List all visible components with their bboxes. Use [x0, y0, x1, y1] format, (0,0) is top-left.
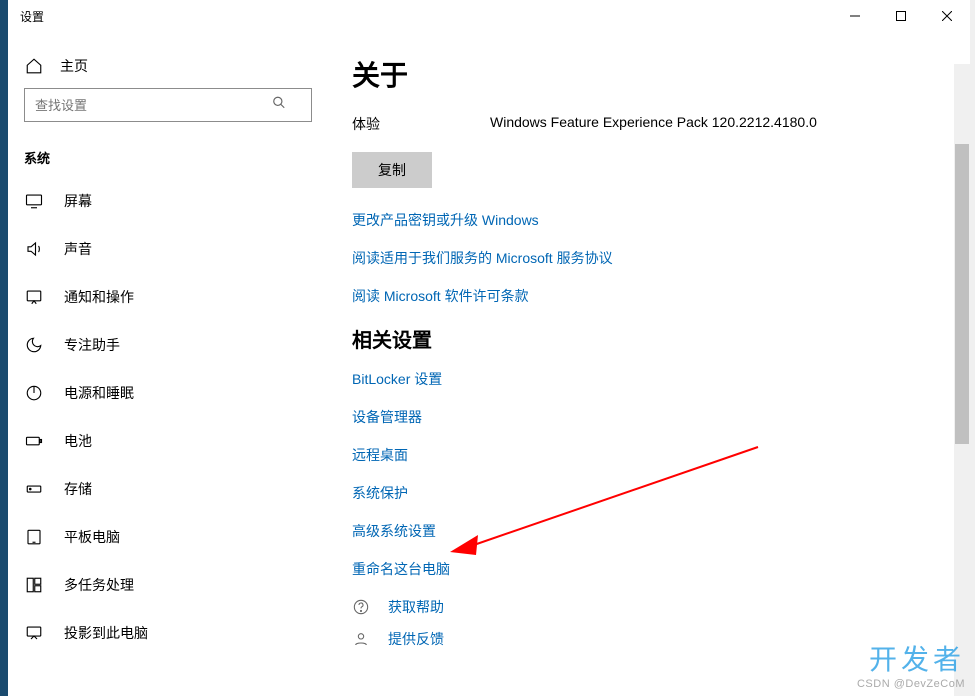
- minimize-icon: [850, 11, 860, 21]
- feedback-row: 提供反馈: [352, 629, 930, 649]
- get-help-row: 获取帮助: [352, 597, 930, 617]
- experience-value: Windows Feature Experience Pack 120.2212…: [490, 114, 817, 134]
- search-container: [24, 88, 312, 122]
- window-title: 设置: [8, 8, 44, 25]
- notify-icon: [24, 287, 44, 307]
- sidebar-item-tablet[interactable]: 平板电脑: [8, 513, 328, 561]
- sidebar-item-multitask[interactable]: 多任务处理: [8, 561, 328, 609]
- storage-icon: [24, 479, 44, 499]
- sidebar-item-storage[interactable]: 存储: [8, 465, 328, 513]
- sidebar-item-display[interactable]: 屏幕: [8, 177, 328, 225]
- related-settings-heading: 相关设置: [352, 324, 930, 353]
- multitask-icon: [24, 575, 44, 595]
- sidebar-home[interactable]: 主页: [8, 44, 328, 88]
- sidebar-item-power[interactable]: 电源和睡眠: [8, 369, 328, 417]
- copy-button[interactable]: 复制: [352, 152, 432, 188]
- sidebar-home-label: 主页: [60, 56, 88, 76]
- search-input[interactable]: [24, 88, 312, 122]
- sound-icon: [24, 239, 44, 259]
- experience-row: 体验 Windows Feature Experience Pack 120.2…: [352, 114, 930, 134]
- experience-label: 体验: [352, 114, 490, 134]
- window-controls: [832, 0, 970, 32]
- sidebar-item-label: 通知和操作: [64, 287, 134, 307]
- page-title: 关于: [352, 54, 930, 94]
- sidebar: 主页 系统 屏幕 声音 通知和操作: [8, 32, 328, 696]
- scroll-thumb[interactable]: [955, 144, 969, 444]
- sidebar-item-project[interactable]: 投影到此电脑: [8, 609, 328, 657]
- focus-icon: [24, 335, 44, 355]
- sidebar-item-notify[interactable]: 通知和操作: [8, 273, 328, 321]
- vertical-scrollbar[interactable]: [954, 64, 970, 696]
- battery-icon: [24, 431, 44, 451]
- csdn-watermark: CSDN @DevZeCoM: [857, 678, 965, 690]
- maximize-button[interactable]: [878, 0, 924, 32]
- content-pane: 关于 体验 Windows Feature Experience Pack 12…: [328, 32, 970, 696]
- sidebar-item-battery[interactable]: 电池: [8, 417, 328, 465]
- link-advanced-system-settings[interactable]: 高级系统设置: [352, 521, 930, 541]
- link-device-manager[interactable]: 设备管理器: [352, 407, 930, 427]
- sidebar-item-label: 电池: [64, 431, 92, 451]
- sidebar-item-label: 投影到此电脑: [64, 623, 148, 643]
- project-icon: [24, 623, 44, 643]
- sidebar-item-focus[interactable]: 专注助手: [8, 321, 328, 369]
- power-icon: [24, 383, 44, 403]
- brand-watermark: 开发者: [869, 638, 965, 678]
- sidebar-item-label: 声音: [64, 239, 92, 259]
- link-system-protection[interactable]: 系统保护: [352, 483, 930, 503]
- link-ms-services-agreement[interactable]: 阅读适用于我们服务的 Microsoft 服务协议: [352, 248, 930, 268]
- sidebar-item-label: 电源和睡眠: [64, 383, 134, 403]
- sidebar-item-label: 专注助手: [64, 335, 120, 355]
- link-remote-desktop[interactable]: 远程桌面: [352, 445, 930, 465]
- help-icon: [352, 598, 370, 616]
- tablet-icon: [24, 527, 44, 547]
- settings-window: 设置 主页: [8, 0, 970, 696]
- link-rename-pc[interactable]: 重命名这台电脑: [352, 559, 930, 579]
- close-button[interactable]: [924, 0, 970, 32]
- sidebar-section-label: 系统: [8, 134, 328, 177]
- body-area: 主页 系统 屏幕 声音 通知和操作: [8, 32, 970, 696]
- minimize-button[interactable]: [832, 0, 878, 32]
- sidebar-item-sound[interactable]: 声音: [8, 225, 328, 273]
- sidebar-item-label: 平板电脑: [64, 527, 120, 547]
- feedback-link[interactable]: 提供反馈: [388, 629, 444, 649]
- link-ms-license-terms[interactable]: 阅读 Microsoft 软件许可条款: [352, 286, 930, 306]
- link-change-product-key[interactable]: 更改产品密钥或升级 Windows: [352, 210, 930, 230]
- close-icon: [942, 11, 952, 21]
- sidebar-item-label: 存储: [64, 479, 92, 499]
- link-bitlocker[interactable]: BitLocker 设置: [352, 369, 930, 389]
- sidebar-item-label: 多任务处理: [64, 575, 134, 595]
- titlebar: 设置: [8, 0, 970, 32]
- display-icon: [24, 191, 44, 211]
- sidebar-item-label: 屏幕: [64, 191, 92, 211]
- feedback-icon: [352, 630, 370, 648]
- get-help-link[interactable]: 获取帮助: [388, 597, 444, 617]
- maximize-icon: [896, 11, 906, 21]
- home-icon: [24, 56, 44, 76]
